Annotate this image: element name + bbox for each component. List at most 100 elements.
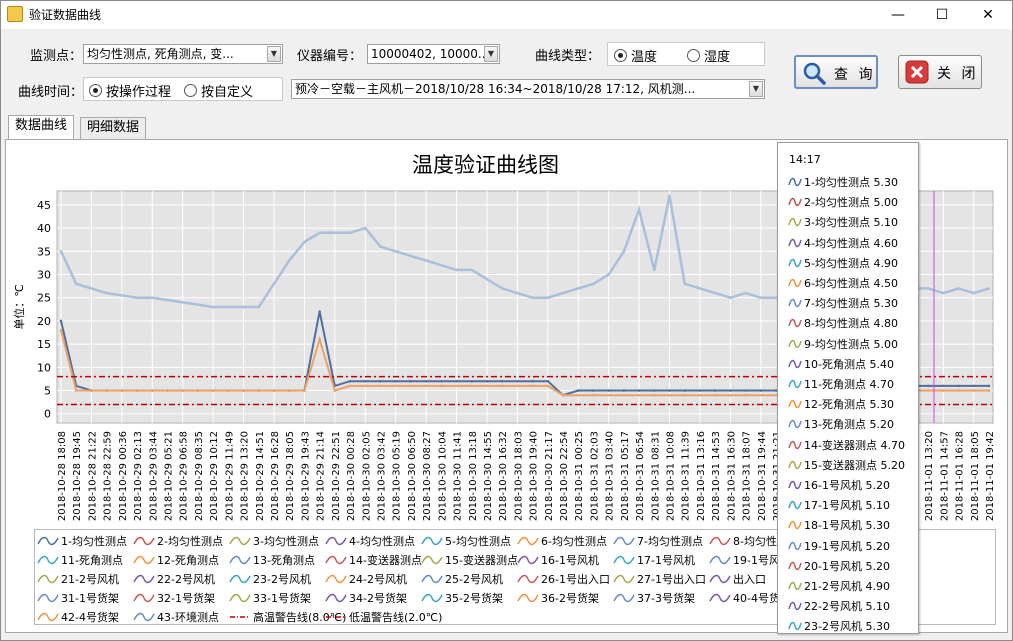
series-swatch-icon [788,379,802,389]
tooltip-row-label: 16-1号风机 5.20 [804,479,890,492]
legend-item: 16-1号风机 [517,552,599,568]
legend-swatch-icon [325,536,347,546]
legend-item: 出入口 [709,571,766,587]
tooltip-row-label: 10-死角测点 5.40 [804,357,894,371]
legend-swatch-icon [709,536,731,546]
radio-temperature-label: 温度 [631,50,658,65]
legend-swatch-icon [37,612,59,622]
tooltip-row-label: 20-1号风机 5.20 [804,559,890,573]
legend-item: 7-均匀性测点 [613,533,703,549]
legend-item-label: 23-2号风机 [253,573,311,586]
tooltip-row: 16-1号风机 5.20 [788,477,890,493]
legend-item-label: 11-死角测点 [61,554,123,567]
app-icon [7,6,23,22]
legend-swatch-icon [133,593,155,603]
maximize-button[interactable]: ☐ [919,1,965,29]
legend-swatch-icon [229,536,251,546]
tooltip-row-label: 3-均匀性测点 5.10 [804,216,898,230]
legend-item-label: 37-3号货架 [637,592,695,605]
series-swatch-icon [788,218,802,227]
legend-swatch-icon [229,593,251,603]
tooltip-row-label: 2-均匀性测点 5.00 [804,196,898,210]
series-swatch-icon [788,299,802,308]
legend-item-label: 27-1号出入口 [637,573,706,586]
legend-item: 6-均匀性测点 [517,533,607,549]
time-label: 曲线时间： [18,85,84,100]
legend-swatch-icon [709,574,731,584]
radio-dot-icon [184,84,197,97]
close-button[interactable]: 关 闭 [898,55,982,89]
series-swatch-icon [788,440,802,449]
chevron-down-icon[interactable]: ▼ [484,46,498,62]
tooltip-row: 19-1号风机 5.20 [788,538,890,554]
legend-item: 3-均匀性测点 [229,533,319,549]
legend-item: 34-2号货架 [325,590,407,606]
query-button[interactable]: 查 询 [794,55,878,89]
tooltip-row: 1-均匀性测点 5.30 [788,174,898,190]
series-swatch-icon [788,359,802,368]
process-select-value: 预冷－空载－主风机－2018/10/28 16:34~2018/10/28 17… [295,82,696,96]
legend-swatch-icon [613,574,635,584]
legend-swatch-icon [709,593,731,603]
tooltip-row-label: 8-均匀性测点 4.80 [804,317,898,331]
legend-swatch-icon [613,593,635,603]
tooltip-row: 6-均匀性测点 4.50 [788,275,898,291]
radio-custom[interactable]: 按自定义 [184,81,253,100]
legend-item: 26-1号出入口 [517,571,610,587]
radio-temperature[interactable]: 温度 [614,46,657,65]
legend-item: 21-2号风机 [37,571,119,587]
tooltip-row: 4-均匀性测点 4.60 [788,235,898,251]
series-swatch-icon [788,622,802,631]
tooltip-row-label: 22-2号风机 5.10 [804,600,890,614]
legend-swatch-icon [326,616,346,618]
legend-swatch-icon [517,555,539,565]
chevron-down-icon[interactable]: ▼ [749,81,763,97]
legend-item-label: 15-变送器测点 [445,554,518,567]
legend-item-label: 1-均匀性测点 [61,535,127,548]
radio-dot-icon [614,49,627,62]
legend-item-label: 43-环境测点 [157,611,219,624]
radio-by-process[interactable]: 按操作过程 [89,81,171,100]
legend-item-label: 22-2号风机 [157,573,215,586]
close-window-button[interactable]: ✕ [965,1,1011,29]
series-swatch-icon [788,581,802,591]
legend-item: 35-2号货架 [421,590,503,606]
legend-swatch-icon [37,574,59,584]
tooltip-row-label: 7-均匀性测点 5.30 [804,297,898,311]
chevron-down-icon[interactable]: ▼ [267,46,281,62]
legend-item: 15-变送器测点 [421,552,518,568]
main-window: 验证数据曲线 — ☐ ✕ 监测点： 均匀性测点, 死角测点, 变... ▼ 仪器… [0,0,1013,641]
series-swatch-icon [788,602,802,611]
tooltip-row: 13-死角测点 5.20 [788,416,894,432]
points-select-value: 均匀性测点, 死角测点, 变... [87,47,234,61]
tooltip-row-label: 9-均匀性测点 5.00 [804,337,898,351]
legend-item: 27-1号出入口 [613,571,706,587]
legend-swatch-icon [421,536,443,546]
legend-swatch-icon [37,536,59,546]
device-select[interactable]: 10000402, 10000... ▼ [367,44,500,64]
close-icon [905,60,929,84]
tooltip-row: 14-变送器测点 4.70 [788,437,905,453]
legend-swatch-icon [613,536,635,546]
points-select[interactable]: 均匀性测点, 死角测点, 变... ▼ [83,44,283,64]
legend-item: 43-环境测点 [133,609,219,625]
legend-swatch-icon [517,574,539,584]
tooltip-row: 9-均匀性测点 5.00 [788,336,898,352]
legend-item-label: 13-死角测点 [253,554,315,567]
points-label: 监测点： [30,49,83,64]
legend-item-label: 6-均匀性测点 [541,535,607,548]
series-swatch-icon [788,319,802,328]
process-select[interactable]: 预冷－空载－主风机－2018/10/28 16:34~2018/10/28 17… [291,79,765,99]
radio-humidity[interactable]: 湿度 [687,46,730,65]
minimize-button[interactable]: — [875,1,921,29]
tooltip-row-label: 19-1号风机 5.20 [804,539,890,553]
query-button-label: 查 询 [834,67,876,83]
legend-item: 5-均匀性测点 [421,533,511,549]
tab-detail-data[interactable]: 明细数据 [80,117,147,139]
series-swatch-icon [788,541,802,550]
series-swatch-icon [788,561,802,570]
radio-humidity-label: 湿度 [704,50,731,65]
legend-item-label: 26-1号出入口 [541,573,610,586]
tooltip-row-label: 5-均匀性测点 4.90 [804,256,898,270]
tab-data-curve[interactable]: 数据曲线 [8,115,75,140]
